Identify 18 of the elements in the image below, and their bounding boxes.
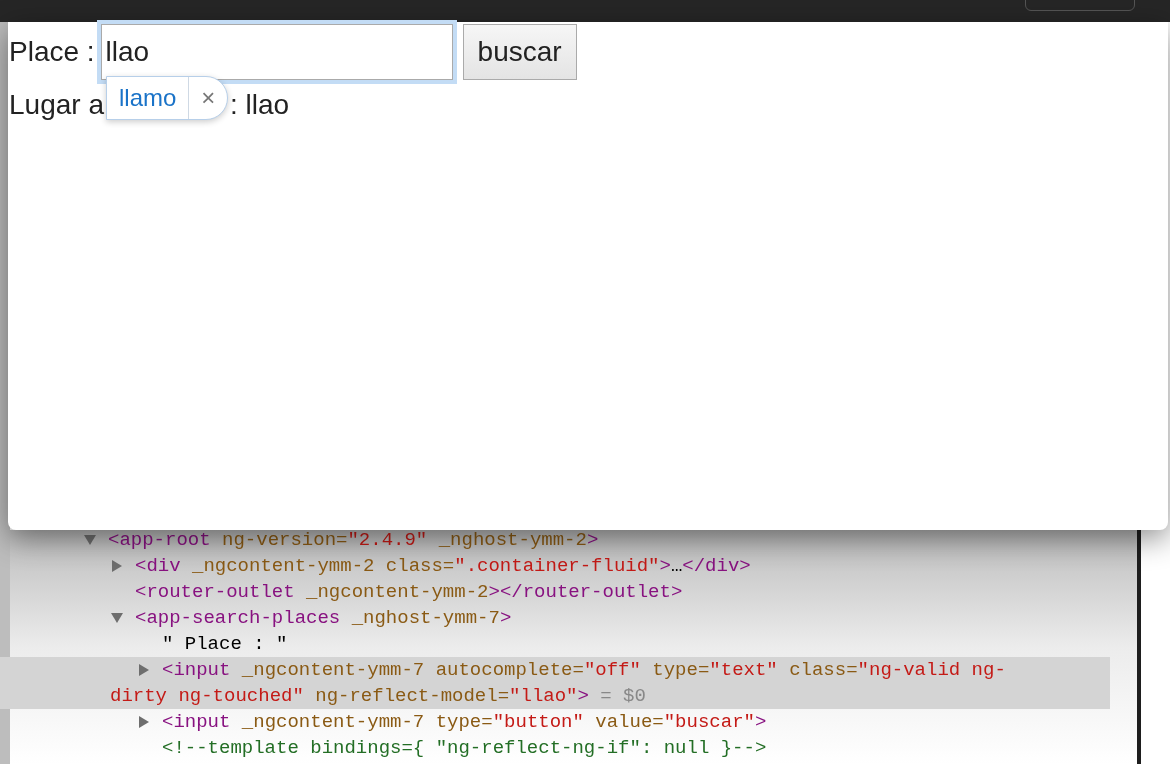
triangle-down-icon[interactable] [84,534,96,546]
dom-node-line[interactable]: <!--template bindings={ "ng-reflect-ng-if": null }--> [0,735,1110,761]
place-label: Place : [9,35,95,69]
dom-node-line[interactable]: <app-root ng-version="2.4.9" _nghost-ymm-2> [0,527,1110,553]
search-button[interactable]: buscar [462,24,577,80]
dismiss-button[interactable]: × [189,77,228,119]
dom-node-line[interactable]: " Place : " [0,631,1110,657]
dom-node-line[interactable]: <input _ngcontent-ymm-7 type="button" value="buscar"> [0,709,1110,735]
result-text: Lugar a [9,88,104,122]
dom-node-line[interactable]: <router-outlet _ngcontent-ymm-2></router-outlet> [0,579,1110,605]
triangle-right-icon[interactable] [111,560,123,572]
dom-node-line[interactable]: <div _ngcontent-ymm-2 class=".container-fluid">…</div> [0,553,1110,579]
triangle-right-icon[interactable] [138,716,150,728]
result-text: : llao [229,88,290,122]
dom-node-line[interactable]: <app-search-places _nghost-ymm-7> [0,605,1110,631]
suggestion-item[interactable]: llamo [107,77,190,119]
triangle-right-icon[interactable] [138,664,150,676]
triangle-down-icon[interactable] [111,612,123,624]
